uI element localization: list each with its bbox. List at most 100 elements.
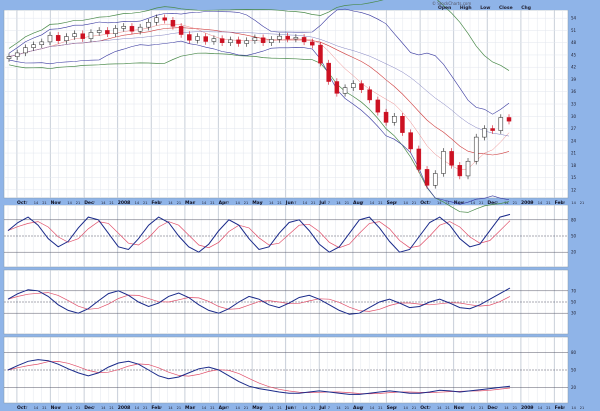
x-minor-tick-label: 7: [193, 406, 195, 410]
x-minor-tick-label: 14: [269, 201, 274, 205]
x-minor-tick-label: 14: [370, 201, 375, 205]
candle-body: [326, 62, 331, 82]
x-minor-tick-label: 7: [193, 201, 195, 205]
x-minor-tick-label: 21: [580, 406, 584, 410]
candle-body: [113, 28, 118, 34]
x-tick-label: Jun: [285, 200, 294, 206]
x-minor-tick-label: 14: [471, 406, 476, 410]
open-label: Open: [438, 6, 452, 11]
candle-body: [351, 83, 356, 88]
candle-body: [219, 38, 225, 43]
x-minor-tick-label: 21: [42, 201, 46, 205]
candle-body: [342, 87, 348, 94]
oscillator-tick-label: 70: [571, 288, 577, 293]
price-tick-label: 45: [571, 52, 577, 57]
candle-body: [252, 37, 258, 41]
x-minor-tick-label: 21: [546, 201, 550, 205]
x-minor-tick-label: 7: [160, 406, 162, 410]
candle-body: [449, 151, 454, 166]
x-minor-tick-label: 14: [303, 406, 308, 410]
x-minor-tick-label: 21: [513, 406, 517, 410]
x-minor-tick-label: 14: [303, 201, 308, 205]
x-minor-tick-label: 21: [412, 201, 416, 205]
x-minor-tick-label: 21: [479, 201, 483, 205]
x-minor-tick-label: 21: [109, 201, 113, 205]
candle-body: [14, 52, 20, 57]
x-minor-tick-label: 14: [34, 406, 39, 410]
x-minor-tick-label: 7: [261, 406, 263, 410]
candle-body: [318, 44, 323, 64]
candle-body: [129, 26, 135, 32]
x-minor-tick-label: 21: [76, 201, 80, 205]
x-minor-tick-label: 21: [143, 406, 147, 410]
x-minor-tick-label: 14: [135, 201, 140, 205]
candle-body: [55, 35, 61, 41]
x-minor-tick-label: 14: [269, 406, 274, 410]
x-minor-tick-label: 7: [126, 406, 128, 410]
candle-body: [162, 17, 167, 21]
candle-body: [465, 160, 471, 177]
x-minor-tick-label: 14: [403, 406, 408, 410]
price-tick-label: 33: [571, 102, 577, 107]
candle-body: [154, 17, 159, 23]
x-minor-tick-label: 21: [479, 406, 483, 410]
candle-body: [375, 99, 381, 113]
x-minor-tick-label: 14: [235, 406, 240, 410]
x-minor-tick-label: 21: [311, 201, 315, 205]
x-minor-tick-label: 21: [378, 201, 382, 205]
oscillator-tick-label: 30: [571, 311, 577, 316]
x-minor-tick-label: 14: [336, 201, 341, 205]
price-tick-label: 42: [571, 65, 577, 70]
candle-body: [23, 47, 28, 54]
candle-body: [203, 36, 208, 42]
candle-body: [146, 22, 151, 28]
x-minor-tick-label: 21: [311, 406, 315, 410]
x-minor-tick-label: 21: [513, 201, 517, 205]
oscillator-tick-label: 50: [571, 300, 577, 305]
candle-body: [457, 165, 463, 177]
x-tick-label: 2008: [118, 200, 131, 206]
x-minor-tick-label: 14: [135, 406, 140, 410]
candle-body: [64, 36, 69, 41]
candle-body: [391, 116, 397, 123]
x-minor-tick-label: 21: [177, 406, 181, 410]
x-minor-tick-label: 21: [143, 201, 147, 205]
x-minor-tick-label: 7: [395, 201, 397, 205]
price-tick-label: 21: [571, 151, 577, 156]
x-tick-label: 2009: [521, 200, 534, 206]
chart-window: Oct 7 14 21 Nov 7 14 21 Dec 7 14 21 2008 7 14 21 Feb 7 14 2…: [0, 0, 600, 411]
candle-body: [334, 81, 340, 94]
candle-body: [400, 116, 405, 133]
candle-body: [236, 39, 241, 44]
x-minor-tick-label: 7: [328, 406, 330, 410]
candle-body: [260, 37, 266, 43]
x-minor-tick-label: 21: [244, 406, 248, 410]
candle-body: [473, 136, 479, 162]
x-minor-tick-label: 7: [429, 201, 431, 205]
x-tick-label: 2008: [118, 405, 131, 411]
x-minor-tick-label: 7: [59, 201, 61, 205]
x-minor-tick-label: 14: [101, 406, 106, 410]
x-tick-label: Jul: [318, 405, 326, 411]
candle-body: [269, 39, 274, 43]
oscillator-tick-label: 20: [571, 250, 577, 255]
price-tick-label: 15: [571, 175, 577, 180]
x-minor-tick-label: 14: [168, 406, 173, 410]
chg-label: Chg: [521, 6, 531, 11]
candle-body: [441, 151, 446, 174]
x-minor-tick-label: 7: [328, 201, 330, 205]
x-minor-tick-label: 7: [227, 406, 229, 410]
low-label: Low: [480, 6, 491, 11]
candle-body: [310, 41, 315, 46]
close-label: Close: [498, 6, 513, 11]
x-minor-tick-label: 21: [412, 406, 416, 410]
x-minor-tick-label: 21: [210, 406, 214, 410]
candle-body: [96, 30, 102, 33]
candle-body: [416, 148, 422, 170]
candle-body: [47, 35, 53, 43]
x-minor-tick-label: 14: [202, 406, 207, 410]
x-minor-tick-label: 7: [93, 201, 95, 205]
x-minor-tick-label: 14: [235, 201, 240, 205]
x-minor-tick-label: 7: [563, 406, 565, 410]
candle-body: [31, 44, 36, 48]
